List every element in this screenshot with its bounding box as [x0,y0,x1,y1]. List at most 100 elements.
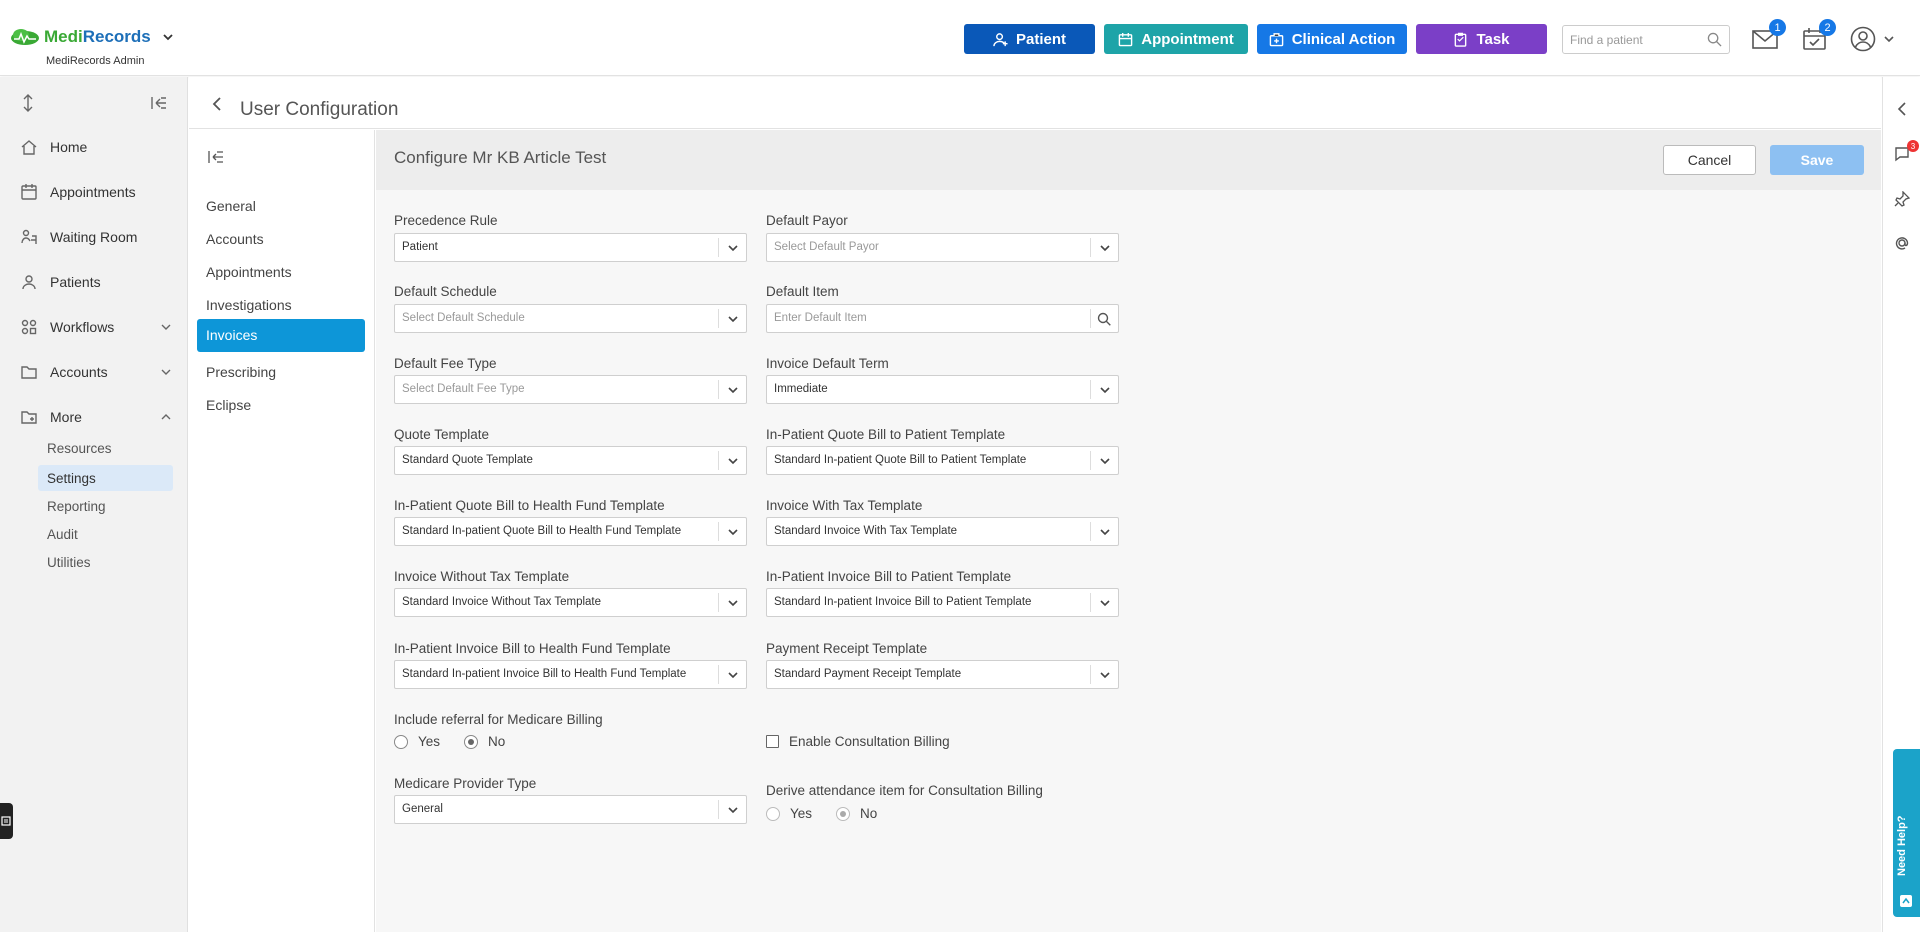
config-form-panel: Configure Mr KB Article Test Cancel Save… [376,130,1881,932]
radio-label: Yes [418,734,441,749]
input-divider [1090,309,1091,328]
medicare-provider-type-select[interactable]: General [394,795,747,824]
chevron-down-icon[interactable] [727,242,739,254]
derive-no-radio[interactable] [836,806,851,821]
radio-label: No [488,734,506,749]
search-icon[interactable] [1707,32,1722,47]
app-logo[interactable]: MediRecords [10,27,175,47]
referral-no-radio[interactable] [464,734,479,749]
inpatient-quote-fund-select[interactable]: Standard In-patient Quote Bill to Health… [394,517,747,546]
enable-consultation-billing[interactable]: Enable Consultation Billing [766,734,950,749]
default-fee-type-select[interactable]: Select Default Fee Type [394,375,747,404]
select-value: Standard Invoice With Tax Template [774,525,958,537]
chevron-down-icon[interactable] [160,366,172,378]
invoice-without-tax-select[interactable]: Standard Invoice Without Tax Template [394,588,747,617]
new-patient-button[interactable]: Patient [964,24,1095,54]
config-tab-general[interactable]: General [197,190,365,223]
user-avatar-icon[interactable] [1850,26,1876,52]
chevron-down-icon[interactable] [1099,597,1111,609]
config-tab-appointments[interactable]: Appointments [197,256,365,289]
need-help-tab[interactable]: Need Help? [1893,749,1920,917]
notification-badge: 3 [1907,140,1919,152]
chevron-down-icon[interactable] [160,321,172,333]
payment-receipt-label: Payment Receipt Template [766,641,928,656]
sidebar-subitem-settings[interactable]: Settings [38,465,173,491]
config-tab-invoices[interactable]: Invoices [197,319,365,352]
chevron-left-icon[interactable] [1894,101,1910,117]
sidebar-item-waiting-room[interactable]: Waiting Room [20,226,170,248]
form-title: Configure Mr KB Article Test [394,148,607,167]
side-widget-tab[interactable] [0,803,13,839]
sidebar-item-accounts[interactable]: Accounts [20,361,172,383]
at-mention-icon[interactable] [1894,235,1910,251]
precedence-rule-label: Precedence Rule [394,213,498,228]
cancel-button[interactable]: Cancel [1663,145,1756,175]
default-schedule-select[interactable]: Select Default Schedule [394,304,747,333]
sidebar-subitem-audit[interactable]: Audit [38,521,173,547]
select-value: Standard In-patient Invoice Bill to Pati… [774,596,1032,608]
back-arrow-icon[interactable] [210,96,224,112]
tasks-button[interactable]: 2 [1802,19,1836,50]
invoice-default-term-select[interactable]: Immediate [766,375,1119,404]
chevron-down-icon[interactable] [1099,242,1111,254]
chevron-down-icon[interactable] [727,526,739,538]
help-chat-icon [1900,895,1912,907]
chevron-down-icon[interactable] [1099,384,1111,396]
config-tab-eclipse[interactable]: Eclipse [197,389,365,422]
sidebar-subitem-utilities[interactable]: Utilities [38,549,173,575]
chevron-down-icon[interactable] [727,804,739,816]
collapse-panel-icon[interactable] [208,150,224,164]
chevron-down-icon[interactable] [727,384,739,396]
chevron-down-icon[interactable] [1099,455,1111,467]
sidebar-subitem-resources[interactable]: Resources [38,435,173,461]
resize-vertical-icon[interactable] [19,94,37,112]
payment-receipt-select[interactable]: Standard Payment Receipt Template [766,660,1119,689]
invoice-with-tax-select[interactable]: Standard Invoice With Tax Template [766,517,1119,546]
sidebar-subitem-reporting[interactable]: Reporting [38,493,173,519]
inpatient-quote-patient-select[interactable]: Standard In-patient Quote Bill to Patien… [766,446,1119,475]
page-header: User Configuration [189,77,1881,129]
chevron-down-icon[interactable] [727,597,739,609]
default-item-input[interactable]: Enter Default Item [766,304,1119,333]
default-payor-select[interactable]: Select Default Payor [766,233,1119,262]
new-task-button[interactable]: Task [1416,24,1547,54]
sidebar-item-patients[interactable]: Patients [20,271,170,293]
referral-yes-radio[interactable] [394,734,408,749]
sidebar-item-home[interactable]: Home [20,136,170,158]
chevron-down-icon[interactable] [1099,526,1111,538]
inpatient-invoice-fund-select[interactable]: Standard In-patient Invoice Bill to Heal… [394,660,747,689]
sidebar-item-more[interactable]: More [20,406,172,428]
enable-consultation-checkbox[interactable] [766,735,779,748]
chevron-down-icon[interactable] [727,455,739,467]
inpatient-invoice-patient-select[interactable]: Standard In-patient Invoice Bill to Pati… [766,588,1119,617]
chevron-down-icon[interactable] [1883,33,1895,45]
sidebar-item-appointments[interactable]: Appointments [20,181,170,203]
chevron-down-icon[interactable] [727,313,739,325]
messages-button[interactable]: 1 [1752,19,1786,50]
precedence-rule-select[interactable]: Patient [394,233,747,262]
config-tab-prescribing[interactable]: Prescribing [197,356,365,389]
default-schedule-label: Default Schedule [394,284,497,299]
select-value: Standard Payment Receipt Template [774,668,962,680]
derive-yes-radio[interactable] [766,806,780,821]
quote-template-select[interactable]: Standard Quote Template [394,446,747,475]
patient-search-input[interactable]: Find a patient [1562,25,1730,54]
clinical-action-button[interactable]: Clinical Action [1257,24,1407,54]
sidebar-item-workflows[interactable]: Workflows [20,316,172,338]
new-appointment-button[interactable]: Appointment [1104,24,1248,54]
chevron-up-icon[interactable] [160,411,172,423]
config-tab-accounts[interactable]: Accounts [197,223,365,256]
config-tab-investigations[interactable]: Investigations [197,289,365,322]
collapse-sidebar-icon[interactable] [150,94,168,112]
chevron-down-icon[interactable] [161,30,175,44]
select-divider [1090,238,1091,257]
radio-label: No [860,806,878,821]
select-placeholder: Select Default Schedule [402,312,525,324]
chevron-down-icon[interactable] [1099,669,1111,681]
chevron-down-icon[interactable] [727,669,739,681]
pin-icon[interactable] [1894,191,1910,207]
invoice-without-tax-label: Invoice Without Tax Template [394,569,570,584]
search-icon[interactable] [1097,312,1111,326]
select-placeholder: Select Default Payor [774,241,879,253]
save-button[interactable]: Save [1770,145,1864,175]
